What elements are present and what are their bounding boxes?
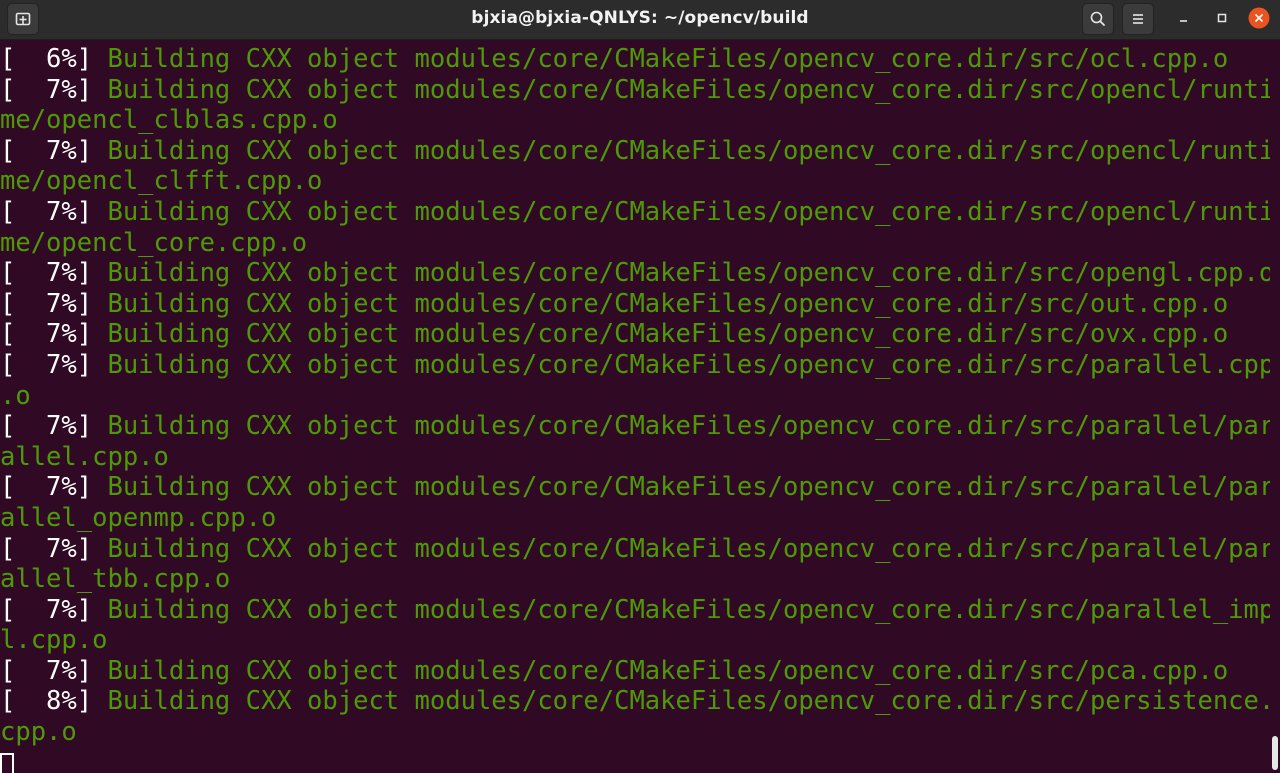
terminal-line: [ 7%] Building CXX object modules/core/C… — [0, 75, 1270, 106]
terminal-line: cpp.o — [0, 717, 1270, 748]
terminal-line: me/opencl_core.cpp.o — [0, 228, 1270, 259]
scrollbar[interactable] — [1272, 736, 1278, 770]
build-message: me/opencl_clfft.cpp.o — [0, 166, 323, 197]
build-message: cpp.o — [0, 717, 77, 748]
build-progress: [ 7%] — [0, 472, 108, 503]
build-message: Building CXX object modules/core/CMakeFi… — [107, 411, 1270, 442]
terminal-line: [ 7%] Building CXX object modules/core/C… — [0, 595, 1270, 626]
search-button[interactable] — [1082, 3, 1114, 35]
build-progress: [ 7%] — [0, 319, 108, 350]
terminal-window: bjxia@bjxia-QNLYS: ~/opencv/build [6%] … — [0, 0, 1280, 773]
build-message: .o — [0, 380, 31, 411]
build-progress: [ 7%] — [0, 74, 108, 105]
build-message: Building CXX object modules/core/CMakeFi… — [107, 686, 1270, 717]
build-progress: [ 7%] — [0, 349, 108, 380]
terminal-line: [ 7%] Building CXX object modules/core/C… — [0, 258, 1270, 289]
search-icon — [1090, 11, 1105, 26]
terminal-line: [ 7%] Building CXX object modules/core/C… — [0, 350, 1270, 381]
terminal-line: [ 8%] Building CXX object modules/core/C… — [0, 686, 1270, 717]
terminal-cursor — [0, 752, 14, 773]
maximize-icon — [1217, 13, 1227, 23]
build-message: me/opencl_clblas.cpp.o — [0, 105, 338, 136]
maximize-button[interactable] — [1209, 5, 1235, 31]
build-message: Building CXX object modules/core/CMakeFi… — [107, 196, 1270, 227]
build-progress: [ 7%] — [0, 288, 108, 319]
terminal-line: allel_openmp.cpp.o — [0, 503, 1270, 534]
build-progress: [ 7%] — [0, 196, 108, 227]
build-progress: [ 6%] — [0, 44, 108, 74]
build-message: l.cpp.o — [0, 625, 108, 656]
terminal-line: [ 7%] Building CXX object modules/core/C… — [0, 319, 1270, 350]
build-message: Building CXX object modules/core/CMakeFi… — [107, 655, 1229, 686]
build-progress: [ 7%] — [0, 411, 108, 442]
build-message: Building CXX object modules/core/CMakeFi… — [107, 319, 1229, 350]
terminal-output[interactable]: [ 6%] Building CXX object modules/core/C… — [0, 44, 1270, 773]
terminal-line: [ 7%] Building CXX object modules/core/C… — [0, 411, 1270, 442]
build-message: Building CXX object modules/core/CMakeFi… — [107, 288, 1229, 319]
close-icon — [1248, 7, 1270, 29]
build-message: Building CXX object modules/core/CMakeFi… — [107, 533, 1270, 564]
terminal-line: [ 7%] Building CXX object modules/core/C… — [0, 534, 1270, 565]
build-message: Building CXX object modules/core/CMakeFi… — [107, 44, 1229, 74]
build-message: Building CXX object modules/core/CMakeFi… — [107, 258, 1270, 289]
terminal-line: allel_tbb.cpp.o — [0, 564, 1270, 595]
terminal-line: l.cpp.o — [0, 625, 1270, 656]
build-progress: [ 7%] — [0, 533, 108, 564]
minimize-icon — [1180, 20, 1187, 22]
build-message: allel.cpp.o — [0, 441, 169, 472]
build-progress: [ 7%] — [0, 135, 108, 166]
prompt-line — [0, 748, 1270, 773]
terminal-line: [ 7%] Building CXX object modules/core/C… — [0, 472, 1270, 503]
build-message: allel_tbb.cpp.o — [0, 564, 231, 595]
terminal-line: .o — [0, 381, 1270, 412]
terminal-line: allel.cpp.o — [0, 442, 1270, 473]
build-message: Building CXX object modules/core/CMakeFi… — [107, 74, 1270, 105]
minimize-button[interactable] — [1171, 5, 1197, 31]
terminal-line: [ 7%] Building CXX object modules/core/C… — [0, 136, 1270, 167]
build-progress: [ 7%] — [0, 258, 108, 289]
terminal-line: [ 6%] Building CXX object modules/core/C… — [0, 44, 1270, 75]
build-message: allel_openmp.cpp.o — [0, 502, 277, 533]
hamburger-menu-icon — [1133, 14, 1143, 24]
terminal-line: [ 7%] Building CXX object modules/core/C… — [0, 197, 1270, 228]
build-message: Building CXX object modules/core/CMakeFi… — [107, 472, 1270, 503]
terminal-line: me/opencl_clfft.cpp.o — [0, 166, 1270, 197]
build-progress: [ 8%] — [0, 686, 108, 717]
close-button[interactable] — [1246, 5, 1272, 31]
terminal-line: me/opencl_clblas.cpp.o — [0, 105, 1270, 136]
build-message: Building CXX object modules/core/CMakeFi… — [107, 594, 1270, 625]
build-message: Building CXX object modules/core/CMakeFi… — [107, 135, 1270, 166]
build-progress: [ 7%] — [0, 655, 108, 686]
terminal-line: [ 7%] Building CXX object modules/core/C… — [0, 289, 1270, 320]
build-message: Building CXX object modules/core/CMakeFi… — [107, 349, 1270, 380]
menu-button[interactable] — [1122, 3, 1154, 35]
build-message: me/opencl_core.cpp.o — [0, 227, 308, 258]
build-progress: [ 7%] — [0, 594, 108, 625]
header-bar: bjxia@bjxia-QNLYS: ~/opencv/build — [0, 0, 1280, 40]
terminal-line: [ 7%] Building CXX object modules/core/C… — [0, 656, 1270, 687]
